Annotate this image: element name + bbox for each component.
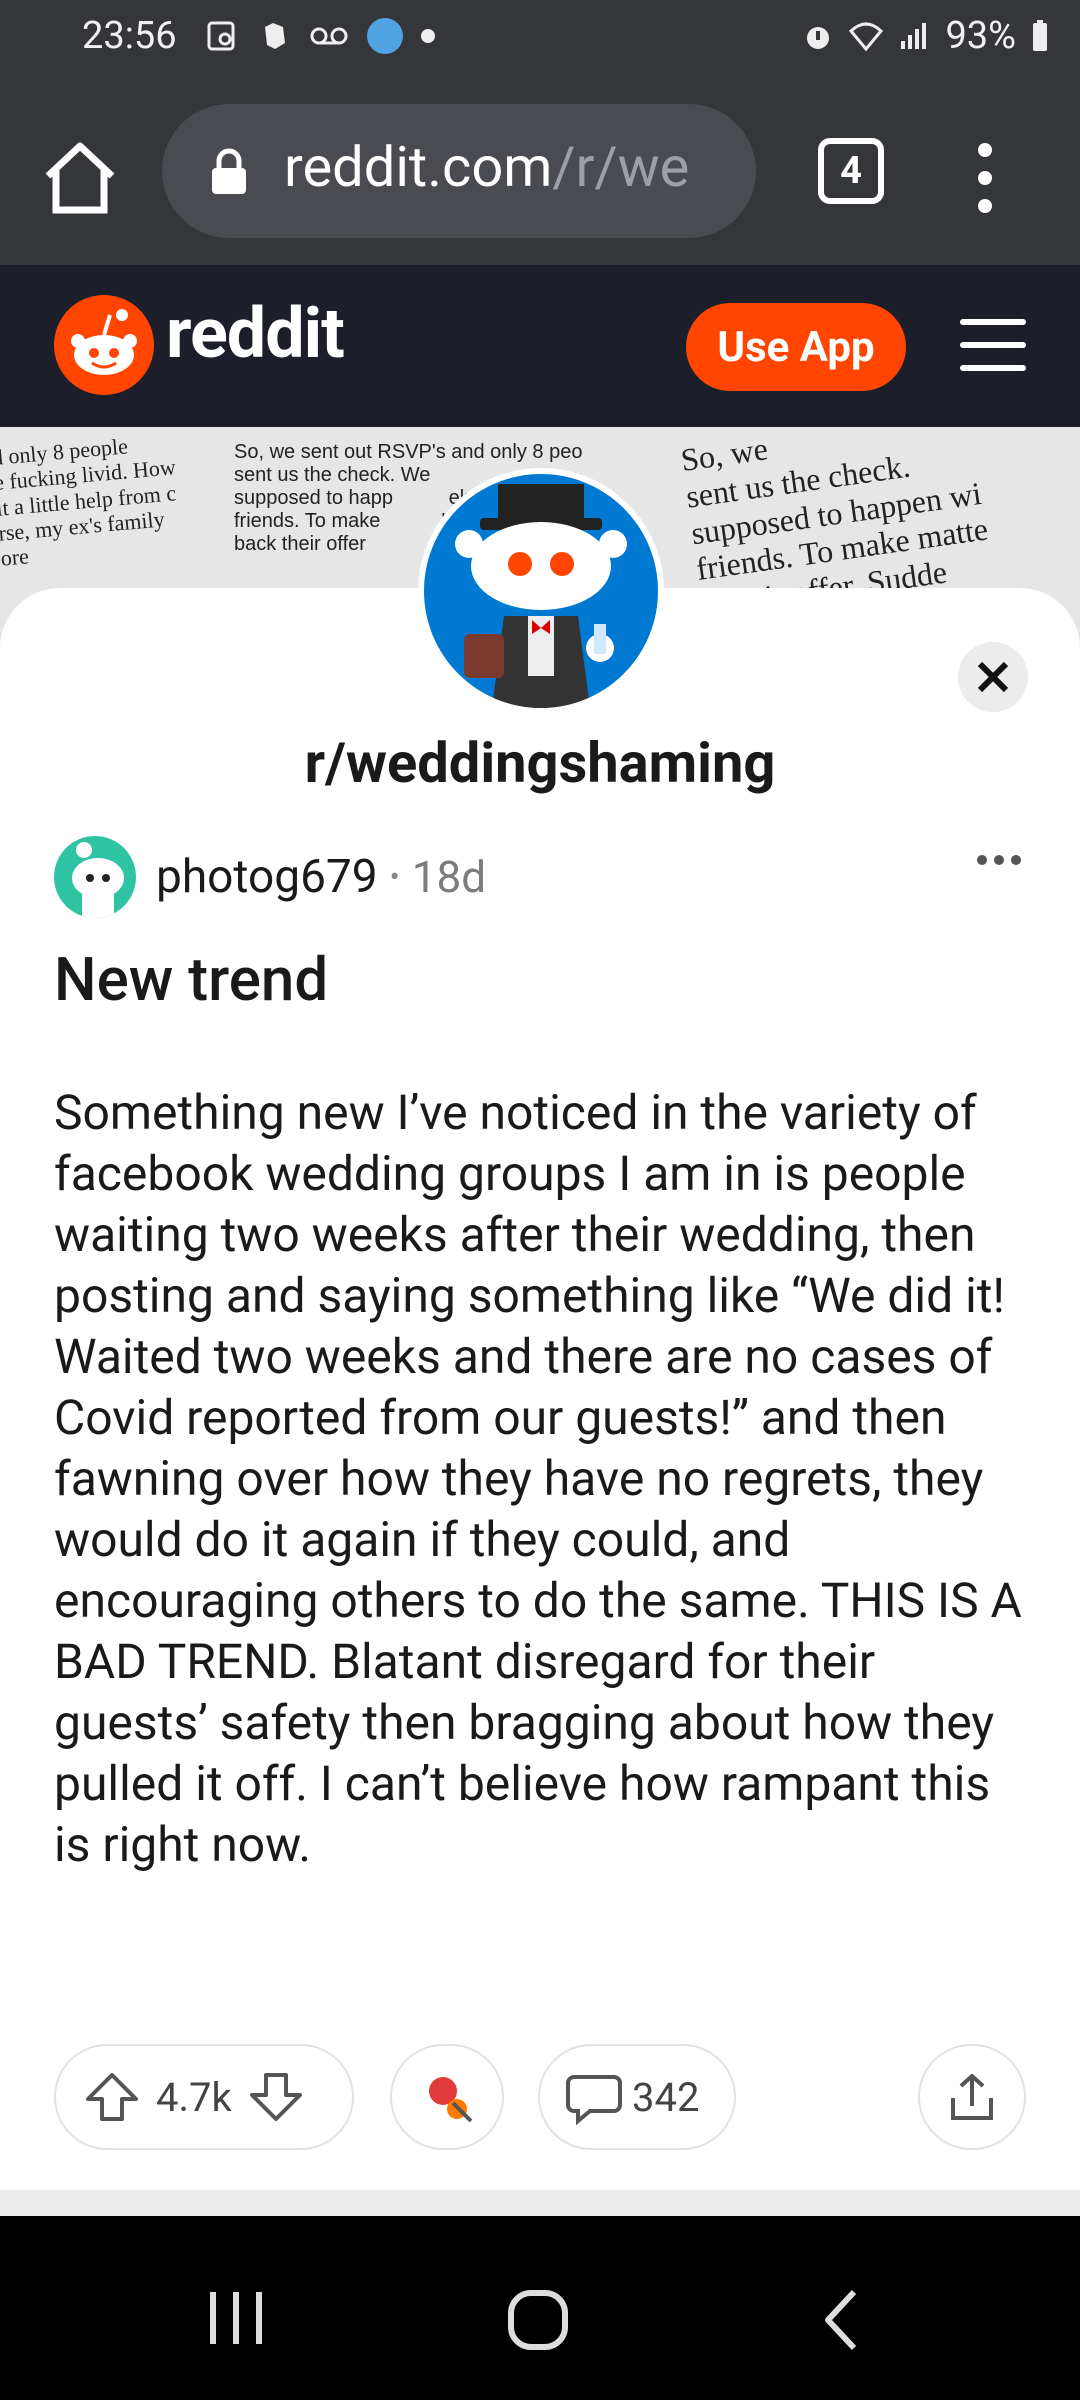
award-button[interactable]: [390, 2044, 504, 2150]
address-bar[interactable]: reddit.com/r/we: [162, 104, 756, 238]
voicemail-icon: [310, 27, 348, 45]
post-body: Something new I’ve noticed in the variet…: [54, 1084, 1022, 1873]
reddit-header: reddit Use App: [0, 265, 1080, 427]
recents-icon[interactable]: [204, 2288, 268, 2348]
post-age: 18d: [411, 851, 487, 903]
downvote-icon[interactable]: [246, 2067, 306, 2127]
comment-icon: [566, 2075, 622, 2125]
post-actions: 4.7k 342: [0, 2044, 1080, 2154]
post-title[interactable]: New trend: [54, 944, 328, 1015]
share-button[interactable]: [918, 2044, 1026, 2150]
battery-percent: 93%: [945, 14, 1016, 58]
screenshot-icon: [207, 21, 235, 51]
system-nav-bar: [0, 2236, 1080, 2400]
url-host: reddit.com: [284, 134, 553, 200]
post-author[interactable]: photog679: [156, 850, 378, 904]
reddit-logo-icon[interactable]: [54, 295, 154, 395]
home-icon[interactable]: [40, 138, 120, 218]
use-app-button[interactable]: Use App: [686, 303, 906, 391]
snoo-groom-icon: [455, 484, 627, 708]
vote-count: 4.7k: [156, 2073, 232, 2121]
post-meta: photog679 • 18d: [54, 836, 486, 918]
user-snoo-icon: [72, 842, 124, 918]
lock-icon: [212, 148, 246, 194]
url-path: /r/we: [552, 134, 690, 200]
back-icon[interactable]: [820, 2288, 860, 2352]
award-icon: [429, 2077, 473, 2123]
hamburger-menu-icon[interactable]: [960, 317, 1026, 373]
user-avatar[interactable]: [54, 836, 136, 918]
share-icon: [951, 2074, 993, 2120]
feed-divider: [0, 2190, 1080, 2216]
status-bar: 23:56 93%: [0, 0, 1080, 80]
meta-separator: •: [389, 859, 400, 895]
notification-dot-icon: [421, 29, 435, 43]
more-vert-icon[interactable]: [970, 138, 1000, 218]
subreddit-name[interactable]: r/weddingshaming: [0, 730, 1080, 796]
wifi-icon: [849, 22, 884, 52]
subreddit-avatar: [418, 468, 664, 714]
status-icons-left: [205, 18, 435, 54]
more-horiz-icon[interactable]: [976, 852, 1022, 868]
browser-toolbar: reddit.com/r/we 4: [0, 80, 1080, 265]
nav-home-icon[interactable]: [506, 2288, 570, 2352]
url-text: reddit.com/r/we: [284, 134, 724, 200]
reddit-wordmark[interactable]: reddit: [166, 293, 345, 375]
banner-text-1: d only 8 people e fucking livid. How it …: [0, 430, 177, 571]
location-badge-icon: [367, 18, 403, 54]
vote-control: 4.7k: [54, 2044, 354, 2150]
status-time: 23:56: [82, 14, 177, 58]
status-icons-right: 93%: [801, 14, 1050, 58]
battery-icon: [1033, 20, 1047, 51]
tab-switcher-button[interactable]: 4: [818, 138, 884, 204]
alarm-icon: [807, 27, 830, 49]
evernote-icon: [265, 23, 285, 49]
signal-icon: [901, 23, 927, 49]
comment-count: 342: [632, 2073, 700, 2121]
upvote-icon[interactable]: [82, 2067, 142, 2127]
comments-button[interactable]: 342: [538, 2044, 736, 2150]
close-icon[interactable]: [958, 642, 1028, 712]
